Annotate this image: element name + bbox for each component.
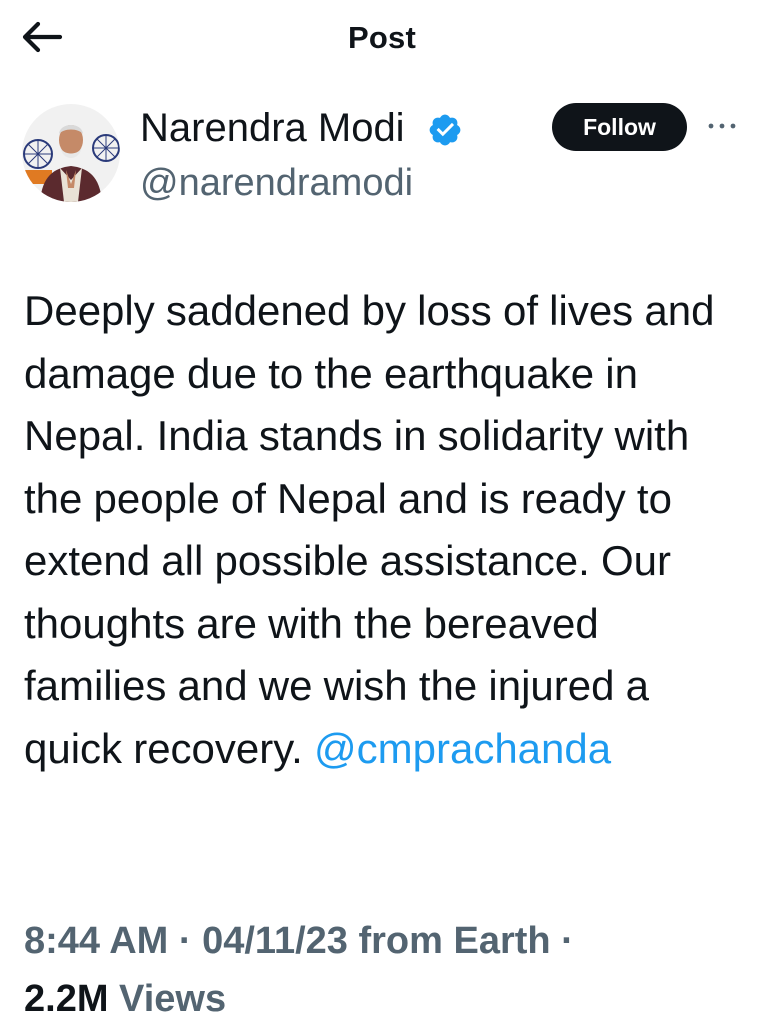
post-meta: 8:44 AM · 04/11/23 from Earth · 2.2M Vie…: [24, 912, 749, 1028]
author-name[interactable]: Narendra Modi: [140, 104, 405, 152]
views-label: Views: [108, 978, 227, 1020]
post-date[interactable]: 04/11/23: [202, 920, 348, 962]
post-text: Deeply saddened by loss of lives and dam…: [24, 280, 749, 780]
avatar[interactable]: [22, 104, 120, 202]
meta-separator: ·: [168, 920, 203, 962]
mention-link[interactable]: @cmprachanda: [314, 725, 611, 772]
post-source: from Earth: [347, 920, 551, 962]
top-bar: Post: [0, 0, 764, 80]
author-handle[interactable]: @narendramodi: [140, 160, 413, 206]
post-time[interactable]: 8:44 AM: [24, 920, 168, 962]
meta-separator: ·: [550, 920, 574, 962]
post-body: Deeply saddened by loss of lives and dam…: [24, 287, 715, 772]
follow-button[interactable]: Follow: [552, 103, 687, 151]
more-options-icon[interactable]: [702, 116, 742, 136]
verified-badge-icon: [429, 114, 461, 146]
page-title: Post: [348, 20, 416, 55]
views-count[interactable]: 2.2M: [24, 978, 108, 1020]
profile-photo: [22, 104, 120, 202]
